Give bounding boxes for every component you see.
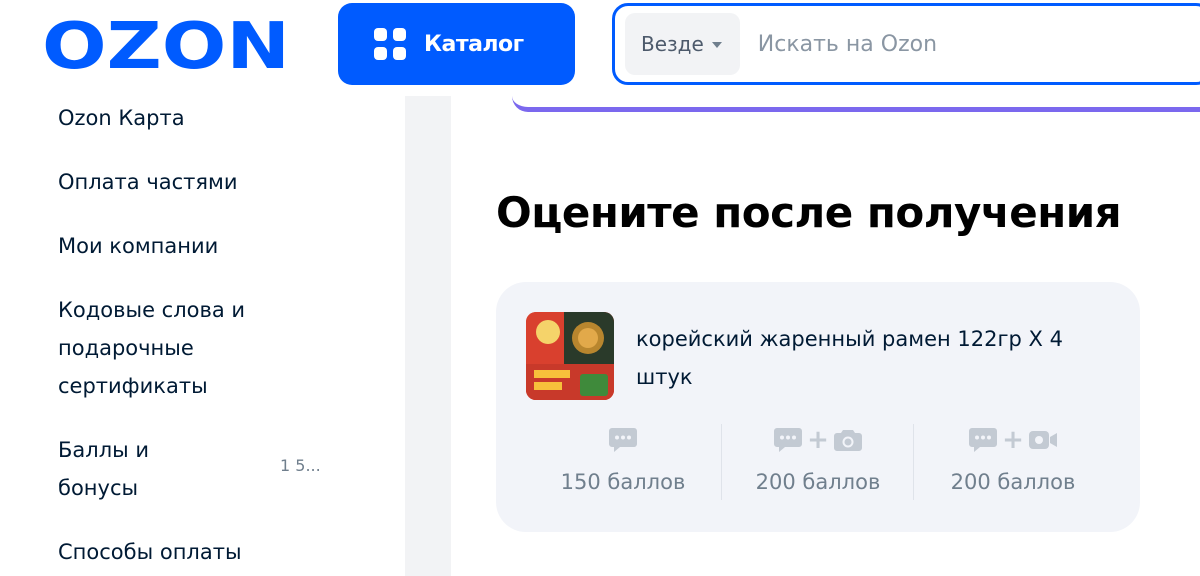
section-divider bbox=[512, 96, 1200, 112]
plus-icon: + bbox=[1002, 425, 1024, 455]
divider bbox=[721, 424, 722, 500]
catalog-button[interactable]: Каталог bbox=[338, 3, 575, 85]
sidebar-item-codewords-certificates[interactable]: Кодовые слова и подарочные сертификаты bbox=[58, 291, 288, 405]
grid-icon bbox=[374, 28, 406, 60]
reward-option-photo[interactable]: + 200 баллов bbox=[723, 422, 913, 502]
page-title: Оцените после получения bbox=[496, 188, 1122, 237]
comment-icon bbox=[609, 428, 637, 452]
comment-icon bbox=[774, 428, 803, 452]
comment-icon bbox=[969, 428, 998, 452]
video-camera-icon bbox=[1028, 431, 1057, 449]
review-card: корейский жаренный рамен 122гр X 4 штук … bbox=[496, 282, 1140, 532]
chevron-down-icon bbox=[711, 42, 722, 48]
search-scope-label: Везде bbox=[641, 32, 704, 56]
reward-points: 200 баллов bbox=[950, 470, 1076, 494]
reward-option-video[interactable]: + 200 баллов bbox=[918, 422, 1108, 502]
sidebar-item-points-bonuses[interactable]: Баллы и бонусы bbox=[58, 431, 198, 507]
reward-points: 150 баллов bbox=[560, 470, 686, 494]
plus-icon: + bbox=[807, 425, 829, 455]
catalog-label: Каталог bbox=[424, 31, 524, 57]
reward-points: 200 баллов bbox=[755, 470, 881, 494]
sidebar-item-my-companies[interactable]: Мои компании bbox=[58, 227, 288, 265]
search-scope-select[interactable]: Везде bbox=[625, 13, 740, 75]
account-sidebar: Ozon Карта Оплата частями Мои компании К… bbox=[0, 96, 405, 576]
divider bbox=[913, 424, 914, 500]
sidebar-item-ozon-card[interactable]: Ozon Карта bbox=[58, 99, 288, 137]
sidebar-item-payment-methods[interactable]: Способы оплаты bbox=[58, 533, 288, 571]
sidebar-item-installments[interactable]: Оплата частями bbox=[58, 163, 288, 201]
search-input[interactable] bbox=[757, 31, 1200, 57]
search-bar: Везде bbox=[612, 3, 1200, 85]
ozon-logo[interactable]: OZON bbox=[42, 14, 292, 76]
camera-icon bbox=[833, 430, 862, 451]
reward-option-text[interactable]: 150 баллов bbox=[528, 422, 718, 502]
bonus-count: 1 5... bbox=[280, 456, 321, 475]
svg-text:OZON: OZON bbox=[42, 14, 290, 76]
product-name[interactable]: корейский жаренный рамен 122гр X 4 штук bbox=[636, 320, 1096, 396]
product-image[interactable] bbox=[526, 312, 614, 400]
content-gutter bbox=[405, 96, 451, 576]
